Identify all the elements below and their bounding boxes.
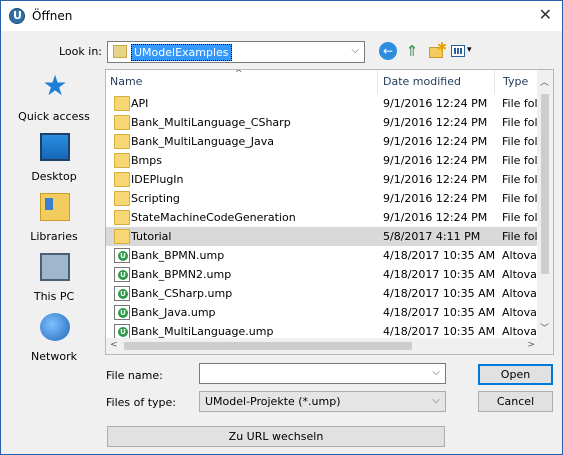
folder-icon xyxy=(114,191,130,206)
scroll-up-icon[interactable]: ︿ xyxy=(540,75,549,88)
column-header-date[interactable]: Date modified xyxy=(377,70,494,94)
horizontal-scrollbar[interactable]: < > xyxy=(106,338,539,354)
ump-file-icon xyxy=(114,248,130,263)
chevron-down-icon[interactable]: ⌵ xyxy=(432,395,440,406)
scroll-down-icon[interactable]: ﹀ xyxy=(540,321,549,334)
places-bar: ★ Quick access Desktop Libraries This PC… xyxy=(9,67,99,367)
ump-file-icon xyxy=(114,267,130,282)
list-item[interactable]: API 9/1/2016 12:24 PM File fol xyxy=(106,94,539,113)
file-type-label: Files of type: xyxy=(106,396,177,409)
file-type-select[interactable]: UModel-Projekte (*.ump) ⌵ xyxy=(199,391,446,412)
list-item[interactable]: IDEPlugIn 9/1/2016 12:24 PM File fol xyxy=(106,170,539,189)
scroll-left-icon[interactable]: < xyxy=(110,340,118,350)
folder-icon xyxy=(114,210,130,225)
place-this-pc[interactable]: This PC xyxy=(9,247,99,307)
open-file-dialog: Öffnen ✕ Look in: UModelExamples ⌵ ← ⇑ ✱… xyxy=(0,0,563,455)
ump-file-icon xyxy=(114,324,130,339)
file-rows: API 9/1/2016 12:24 PM File fol Bank_MultiL… xyxy=(106,94,539,341)
close-icon[interactable]: ✕ xyxy=(539,7,552,23)
folder-icon xyxy=(114,115,130,130)
folder-icon xyxy=(113,45,127,58)
window-title: Öffnen xyxy=(32,9,73,23)
back-icon[interactable]: ← xyxy=(379,42,397,60)
vertical-scroll-thumb[interactable] xyxy=(541,94,549,274)
list-item[interactable]: Bank_MultiLanguage_Java 9/1/2016 12:24 PM… xyxy=(106,132,539,151)
folder-icon xyxy=(114,96,130,111)
folder-icon xyxy=(114,134,130,149)
title-bar[interactable]: Öffnen ✕ xyxy=(1,1,562,31)
chevron-down-icon[interactable]: ⌵ xyxy=(351,45,359,56)
ump-file-icon xyxy=(114,286,130,301)
list-item[interactable]: Scripting 9/1/2016 12:24 PM File fol xyxy=(106,189,539,208)
column-header-type[interactable]: Type xyxy=(494,70,539,94)
horizontal-scroll-thumb[interactable] xyxy=(124,342,412,350)
view-menu-icon[interactable]: ▾ xyxy=(451,42,477,60)
list-item[interactable]: Bank_Java.ump4/18/2017 10:35 AMAltova xyxy=(106,303,539,322)
vertical-scrollbar[interactable]: ︿ ﹀ xyxy=(537,70,553,339)
up-folder-icon[interactable]: ⇑ xyxy=(403,42,421,60)
look-in-combobox[interactable]: UModelExamples ⌵ xyxy=(107,41,365,63)
scroll-right-icon[interactable]: > xyxy=(527,340,535,350)
this-pc-icon xyxy=(40,253,70,281)
folder-icon xyxy=(114,229,130,244)
list-item[interactable]: StateMachineCodeGeneration 9/1/2016 12:24… xyxy=(106,208,539,227)
quick-access-icon: ★ xyxy=(42,69,68,102)
umodel-app-icon xyxy=(9,8,25,24)
list-item[interactable]: Bmps 9/1/2016 12:24 PM File fol xyxy=(106,151,539,170)
look-in-label: Look in: xyxy=(59,45,102,58)
file-name-label: File name: xyxy=(106,369,163,382)
column-header-name[interactable]: Name xyxy=(106,70,377,94)
network-icon xyxy=(40,313,70,341)
place-network[interactable]: Network xyxy=(9,307,99,367)
list-item[interactable]: Bank_BPMN2.ump4/18/2017 10:35 AMAltova xyxy=(106,265,539,284)
chevron-down-icon[interactable]: ⌵ xyxy=(432,367,440,378)
scrollbar-corner xyxy=(537,338,553,354)
desktop-icon xyxy=(40,133,70,161)
file-name-combobox[interactable]: ⌵ xyxy=(199,363,446,384)
go-to-url-button[interactable]: Zu URL wechseln xyxy=(107,426,445,447)
new-folder-icon[interactable]: ✱ xyxy=(427,40,447,60)
file-list[interactable]: ^ Name Date modified Type API 9/1/2016 12… xyxy=(105,69,554,355)
folder-icon xyxy=(114,153,130,168)
place-libraries[interactable]: Libraries xyxy=(9,187,99,247)
list-item[interactable]: Bank_BPMN.ump4/18/2017 10:35 AMAltova xyxy=(106,246,539,265)
libraries-icon xyxy=(40,193,70,221)
open-button[interactable]: Open xyxy=(478,364,553,385)
file-type-value: UModel-Projekte (*.ump) xyxy=(205,395,341,408)
folder-icon xyxy=(114,172,130,187)
ump-file-icon xyxy=(114,305,130,320)
list-item[interactable]: Bank_MultiLanguage_CSharp 9/1/2016 12:24 … xyxy=(106,113,539,132)
list-item-selected[interactable]: Tutorial 5/8/2017 4:11 PM File fol xyxy=(106,227,539,246)
place-quick-access[interactable]: ★ Quick access xyxy=(9,67,99,127)
cancel-button[interactable]: Cancel xyxy=(478,391,553,412)
place-desktop[interactable]: Desktop xyxy=(9,127,99,187)
list-item[interactable]: Bank_CSharp.ump4/18/2017 10:35 AMAltova xyxy=(106,284,539,303)
look-in-value: UModelExamples xyxy=(131,44,232,61)
